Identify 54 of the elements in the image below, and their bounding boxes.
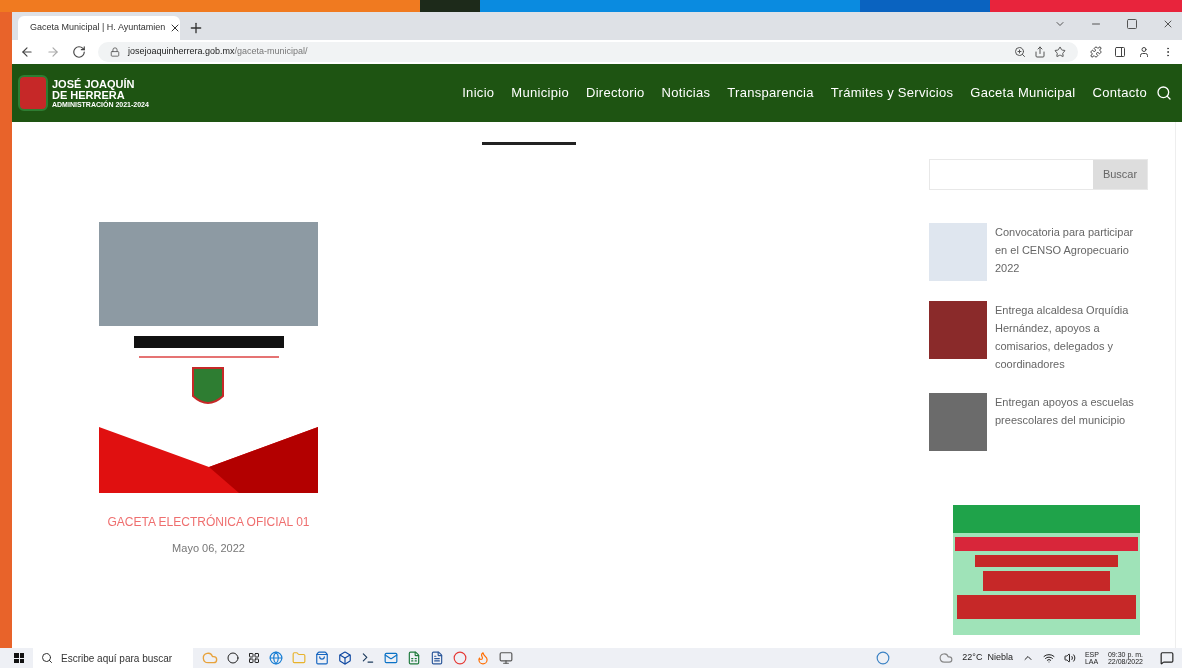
nav-link[interactable]: Gaceta Municipal [970,83,1076,103]
nav-link[interactable]: Transparencia [727,83,814,103]
mail-icon[interactable] [384,651,398,665]
monitor-icon[interactable] [499,651,513,665]
globe-icon[interactable] [269,651,283,665]
volume-icon[interactable] [1063,652,1076,664]
nav-link[interactable]: Noticias [661,83,711,103]
post-date: Mayo 06, 2022 [172,541,245,556]
circle-icon[interactable] [876,651,891,665]
nav-link[interactable]: Inicio [462,83,495,103]
notifications-icon[interactable] [1160,651,1174,665]
wifi-icon[interactable] [1042,652,1055,664]
terminal-icon[interactable] [361,651,375,665]
address-bar[interactable]: josejoaquinherrera.gob.mx/gaceta-municipal/ [98,42,1078,62]
back-icon[interactable] [20,45,34,59]
weather-text: 22°C Niebla [962,651,1013,665]
windows-icon[interactable] [14,653,24,663]
cloud-icon [939,651,954,665]
emblem-icon [18,75,48,111]
nav-link[interactable]: Directorio [586,83,645,103]
search-placeholder: Escribe aquí para buscar [61,651,173,666]
puzzle-icon[interactable] [1090,46,1102,58]
recent-post-link[interactable]: Convocatoria para participar en el CENSO Agropecuario 2022 [995,223,1145,281]
profile-icon[interactable] [1138,46,1150,58]
lock-icon [110,47,120,57]
search-icon [41,652,53,664]
nav-link[interactable]: Municipio [511,83,569,103]
nav-link[interactable]: Contacto [1092,83,1147,103]
circle-icon[interactable] [453,651,467,665]
tab-title: Gaceta Municipal | H. Ayuntamien [30,21,166,35]
browser-tab[interactable]: Gaceta Municipal | H. Ayuntamien [18,16,180,40]
circle-icon[interactable] [227,652,239,664]
zoom-icon[interactable] [1014,46,1026,58]
nav-link[interactable]: Trámites y Servicios [830,83,954,103]
spreadsheet-icon[interactable] [407,651,421,665]
task-view-icon[interactable] [248,652,260,664]
document-icon[interactable] [430,651,444,665]
bag-icon[interactable] [315,651,329,665]
gazette-cover-drawing[interactable] [99,222,318,493]
search-icon[interactable] [1156,85,1172,101]
taskbar-search-field[interactable]: Escribe aquí para buscar [33,648,193,668]
url-text: josejoaquinherrera.gob.mx/gaceta-municipal/ [128,45,308,59]
logo-text: JOSÉ JOAQUÍN [52,78,136,90]
logo-text: DE HERRERA [52,89,125,101]
star-icon[interactable] [1054,46,1066,58]
new-tab-icon[interactable] [188,20,204,36]
close-icon[interactable] [1162,18,1174,30]
reload-icon[interactable] [72,45,86,59]
box-icon[interactable] [338,651,352,665]
recent-post-link[interactable]: Entregan apoyos a escuelas preescolares del municipio [995,393,1145,451]
side-panel-icon[interactable] [1114,46,1126,58]
recent-post-link[interactable]: Entrega alcaldesa Orquídia Hernández, apoyos a comisarios, delegados y coordinadores [995,301,1145,373]
maximize-icon[interactable] [1126,18,1138,30]
share-icon[interactable] [1034,46,1046,58]
